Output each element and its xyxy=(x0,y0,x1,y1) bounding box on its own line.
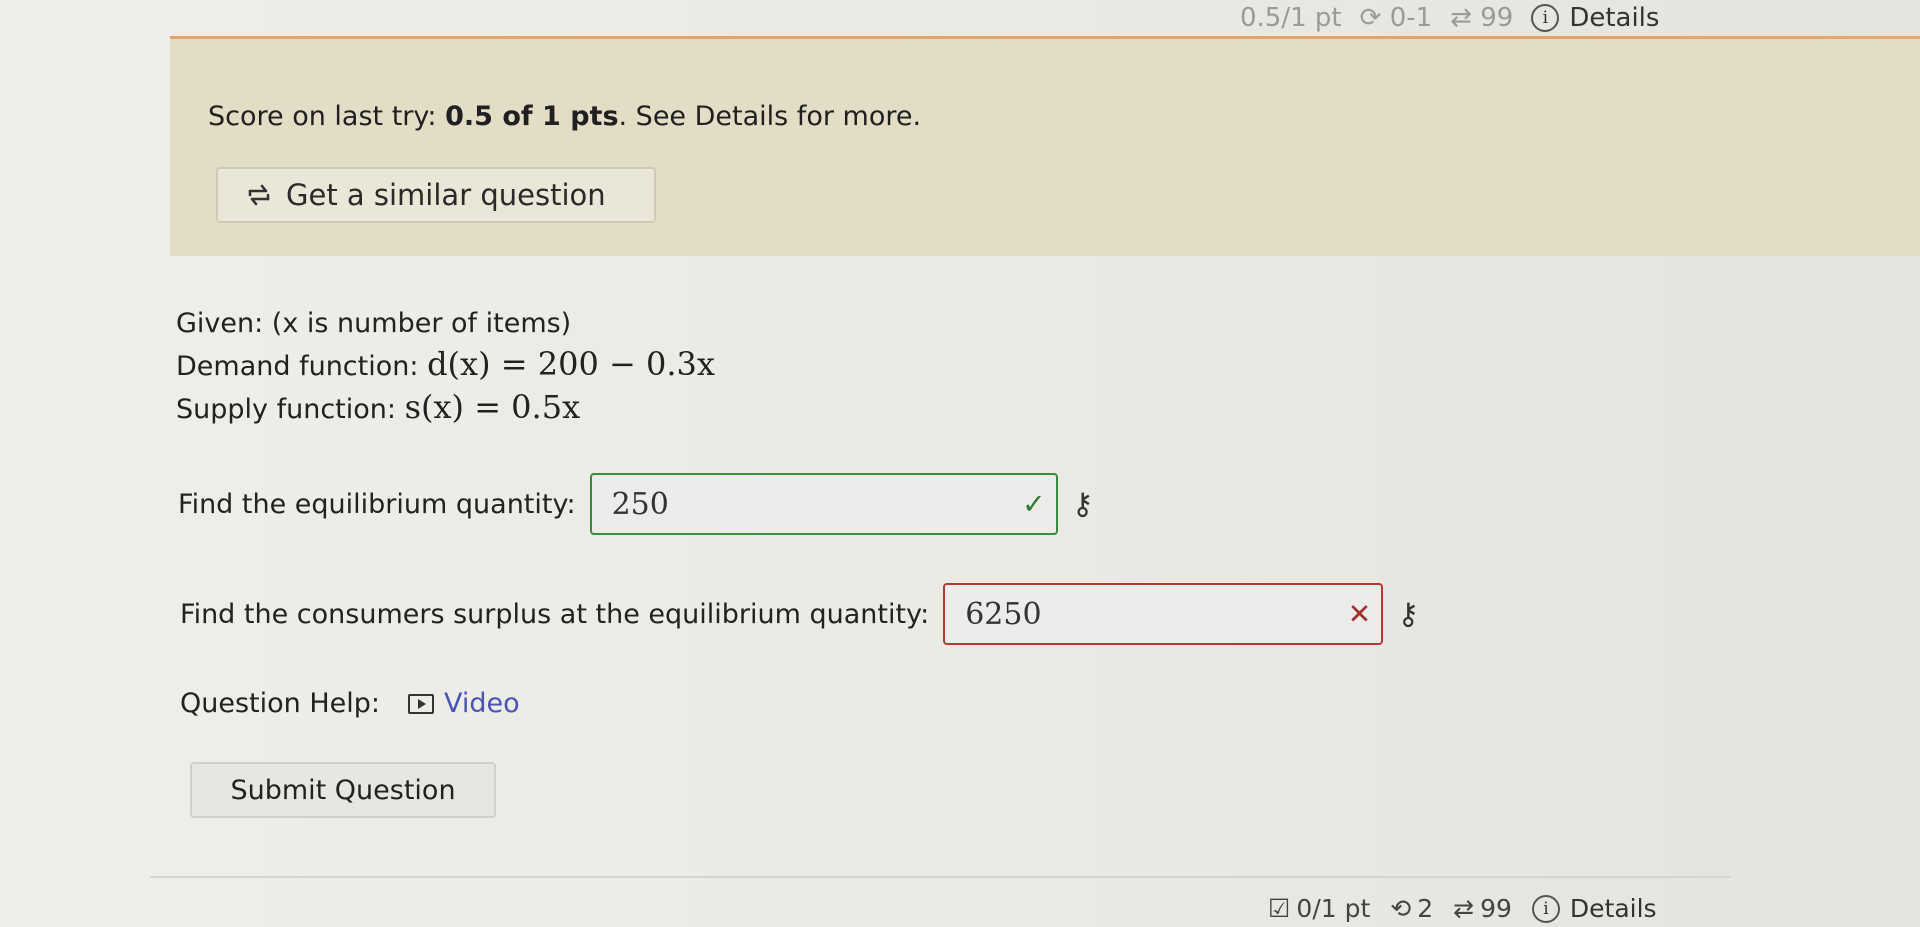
submit-question-button[interactable]: Submit Question xyxy=(190,762,496,818)
score-suffix: . See Details for more. xyxy=(618,101,922,132)
bottom-similar-count: 99 xyxy=(1480,894,1512,923)
x-icon: ✕ xyxy=(1347,597,1372,631)
info-icon: i xyxy=(1531,4,1560,32)
video-icon xyxy=(408,693,434,714)
bottom-score-group: ☑ 0/1 pt xyxy=(1268,894,1370,923)
page: 0.5/1 pt ⟳ 0-1 ⇄ 99 i Details Score on l… xyxy=(0,0,1920,927)
cycle-arrows-icon: ⇄ xyxy=(1450,3,1472,33)
key-icon[interactable]: ⚷ xyxy=(1072,487,1094,522)
question-help-label: Question Help: xyxy=(180,688,380,719)
score-prefix: Score on last try: xyxy=(208,101,446,132)
info-icon: i xyxy=(1531,894,1560,923)
top-similar-count: 99 xyxy=(1480,3,1514,33)
equilibrium-quantity-row: Find the equilibrium quantity: 250 ✓ ⚷ xyxy=(178,473,1094,535)
score-message: Score on last try: 0.5 of 1 pts. See Det… xyxy=(208,101,921,132)
top-tries-group: ⟳ 0-1 xyxy=(1360,3,1433,33)
key-icon[interactable]: ⚷ xyxy=(1397,597,1419,632)
bottom-details-link[interactable]: i Details xyxy=(1531,894,1657,923)
equilibrium-quantity-value: 250 xyxy=(611,486,669,522)
demand-label: Demand function: xyxy=(176,351,428,382)
top-meta-bar: 0.5/1 pt ⟳ 0-1 ⇄ 99 i Details xyxy=(1240,0,1659,36)
get-similar-question-button[interactable]: Get a similar question xyxy=(216,167,656,223)
top-similar-group: ⇄ 99 xyxy=(1450,3,1513,33)
question-text: Given: (x is number of items) Demand fun… xyxy=(176,304,715,430)
score-value: 0.5 of 1 pts xyxy=(445,101,619,132)
supply-expression: s(x) = 0.5x xyxy=(404,388,581,426)
bottom-meta-bar: ☑ 0/1 pt ⟲ 2 ⇄ 99 i Details xyxy=(1268,894,1657,923)
top-details-link[interactable]: i Details xyxy=(1531,3,1659,33)
supply-line: Supply function: s(x) = 0.5x xyxy=(176,387,715,430)
checkbox-icon: ☑ xyxy=(1268,894,1291,923)
bottom-score: 0/1 pt xyxy=(1296,894,1371,923)
supply-label: Supply function: xyxy=(176,394,405,425)
refresh-icon: ⟲ xyxy=(1390,894,1412,923)
equilibrium-quantity-label: Find the equilibrium quantity: xyxy=(178,488,576,520)
consumer-surplus-row: Find the consumers surplus at the equili… xyxy=(180,583,1419,645)
top-tries: 0-1 xyxy=(1389,3,1433,33)
consumer-surplus-value: 6250 xyxy=(965,596,1042,632)
bottom-tries: 2 xyxy=(1417,894,1434,923)
consumer-surplus-input[interactable]: 6250 ✕ xyxy=(943,583,1384,645)
bottom-tries-group: ⟲ 2 xyxy=(1390,894,1433,923)
video-link[interactable]: Video xyxy=(408,688,520,719)
consumer-surplus-label: Find the consumers surplus at the equili… xyxy=(180,598,930,630)
given-line: Given: (x is number of items) xyxy=(176,308,572,339)
cycle-arrows-icon xyxy=(248,184,270,206)
bottom-details-label: Details xyxy=(1569,894,1657,923)
refresh-icon: ⟳ xyxy=(1359,3,1382,33)
bottom-similar-group: ⇄ 99 xyxy=(1453,894,1512,923)
top-score: 0.5/1 pt xyxy=(1240,3,1342,33)
score-banner: Score on last try: 0.5 of 1 pts. See Det… xyxy=(170,36,1920,256)
question-help: Question Help: Video xyxy=(180,688,520,719)
check-icon: ✓ xyxy=(1022,487,1046,521)
divider xyxy=(150,876,1730,878)
demand-expression: d(x) = 200 − 0.3x xyxy=(427,345,715,383)
equilibrium-quantity-input[interactable]: 250 ✓ xyxy=(589,473,1058,535)
video-label: Video xyxy=(444,688,520,719)
cycle-arrows-icon: ⇄ xyxy=(1453,894,1475,923)
demand-line: Demand function: d(x) = 200 − 0.3x xyxy=(176,344,715,387)
top-details-label: Details xyxy=(1569,3,1660,33)
get-similar-question-label: Get a similar question xyxy=(286,178,606,212)
